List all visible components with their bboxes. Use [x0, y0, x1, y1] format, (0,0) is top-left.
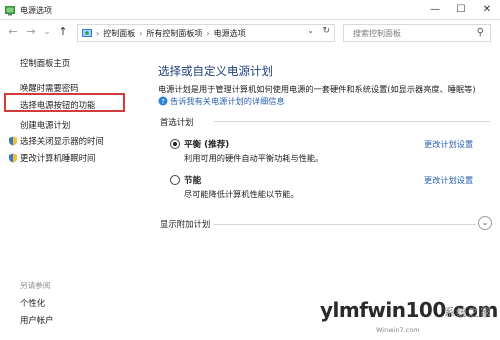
breadcrumb-power-options[interactable]: 电源选项 — [214, 28, 246, 39]
shield-icon — [9, 153, 17, 163]
power-options-icon — [5, 6, 15, 16]
title-bar: 电源选项 — ☐ ✕ — [0, 0, 500, 20]
maximize-icon: ☐ — [456, 4, 466, 15]
learn-more-text: 告诉我有关电源计划的详细信息 — [170, 96, 285, 106]
section-divider — [214, 224, 476, 225]
sidebar-item-personalization[interactable]: 个性化 — [20, 297, 45, 309]
sidebar-item-display-off-time[interactable]: 选择关闭显示器的时间 — [8, 135, 104, 147]
highlight-box — [4, 93, 125, 112]
close-button[interactable]: ✕ — [474, 0, 500, 20]
see-also-heading: 另请参阅 — [20, 281, 51, 290]
preferred-plans-heading: 首选计划 — [160, 117, 194, 127]
search-input[interactable]: 搜索控制面板 — [353, 28, 401, 39]
search-icon[interactable]: ⚲ — [477, 27, 484, 38]
forward-arrow-icon[interactable]: → — [24, 25, 38, 39]
radio-selected-dot — [173, 142, 177, 146]
minimize-button[interactable]: — — [422, 0, 448, 20]
breadcrumb-all-items[interactable]: 所有控制面板项 — [146, 28, 202, 39]
shield-icon — [9, 136, 17, 146]
svg-text:?: ? — [161, 98, 165, 106]
sidebar-item-label: 选择关闭显示器的时间 — [20, 136, 104, 146]
recent-locations-icon[interactable]: ⌄ — [40, 25, 54, 39]
refresh-icon[interactable]: ↻ — [322, 26, 330, 36]
back-arrow-icon[interactable]: ← — [6, 25, 20, 39]
learn-more-link[interactable]: ? 告诉我有关电源计划的详细信息 — [158, 95, 285, 107]
close-icon: ✕ — [482, 4, 492, 15]
address-bar[interactable]: › 控制面板 › 所有控制面板项 › 电源选项 ⌄ ↻ — [77, 24, 335, 42]
watermark-subtext: Winwin7.com — [376, 326, 420, 334]
plan-balanced-radio[interactable] — [170, 139, 180, 149]
search-box[interactable]: 搜索控制面板 ⚲ — [343, 24, 491, 42]
breadcrumb-separator: › — [206, 28, 210, 38]
show-additional-plans-label: 显示附加计划 — [160, 219, 211, 229]
watermark-brand-text: 系统之家 — [444, 306, 492, 319]
plan-name: 平衡 (推荐) — [184, 140, 230, 150]
breadcrumb-control-panel[interactable]: 控制面板 — [103, 28, 135, 39]
minimize-icon: — — [430, 4, 440, 15]
sidebar-item-label: 更改计算机睡眠时间 — [20, 153, 96, 163]
address-dropdown-icon[interactable]: ⌄ — [307, 26, 314, 35]
up-arrow-icon[interactable]: ↑ — [56, 25, 70, 39]
control-panel-icon — [82, 29, 92, 37]
sidebar-item-sleep-time[interactable]: 更改计算机睡眠时间 — [8, 152, 95, 164]
sidebar-item-control-panel-home[interactable]: 控制面板主页 — [20, 57, 70, 69]
section-divider — [214, 121, 490, 122]
breadcrumb-separator: › — [139, 28, 143, 38]
left-navigation-pane: 控制面板主页 唤醒时需要密码 选择电源按钮的功能 创建电源计划 选择关闭显示器的… — [0, 46, 140, 340]
watermark: ylmfwin100.com 系统之家 Winwin7.com — [318, 296, 500, 340]
window-controls: — ☐ ✕ — [422, 0, 500, 20]
plan-power-saver-radio[interactable] — [170, 175, 180, 185]
sidebar-item-user-accounts[interactable]: 用户帐户 — [20, 314, 54, 326]
plan-name: 节能 — [184, 176, 202, 186]
change-plan-settings-link[interactable]: 更改计划设置 — [424, 174, 473, 186]
change-plan-settings-link[interactable]: 更改计划设置 — [424, 138, 473, 150]
breadcrumb-separator: › — [96, 28, 100, 38]
sidebar-item-create-plan[interactable]: 创建电源计划 — [20, 119, 70, 131]
plan-description: 利用可用的硬件自动平衡功耗与性能。 — [184, 153, 324, 163]
expand-chevron-icon[interactable]: ⌄ — [478, 216, 492, 230]
page-title: 选择或自定义电源计划 — [158, 64, 273, 78]
window-title: 电源选项 — [20, 6, 52, 15]
plan-description: 尽可能降低计算机性能以节能。 — [184, 189, 299, 199]
navigation-bar: ← → ⌄ ↑ › 控制面板 › 所有控制面板项 › 电源选项 ⌄ ↻ 搜索控制… — [0, 22, 500, 44]
maximize-button[interactable]: ☐ — [448, 0, 474, 20]
info-icon: ? — [158, 96, 168, 106]
page-description: 电源计划是用于管理计算机如何使用电源的一套硬件和系统设置(如显示器亮度、睡眠等) — [158, 84, 476, 94]
